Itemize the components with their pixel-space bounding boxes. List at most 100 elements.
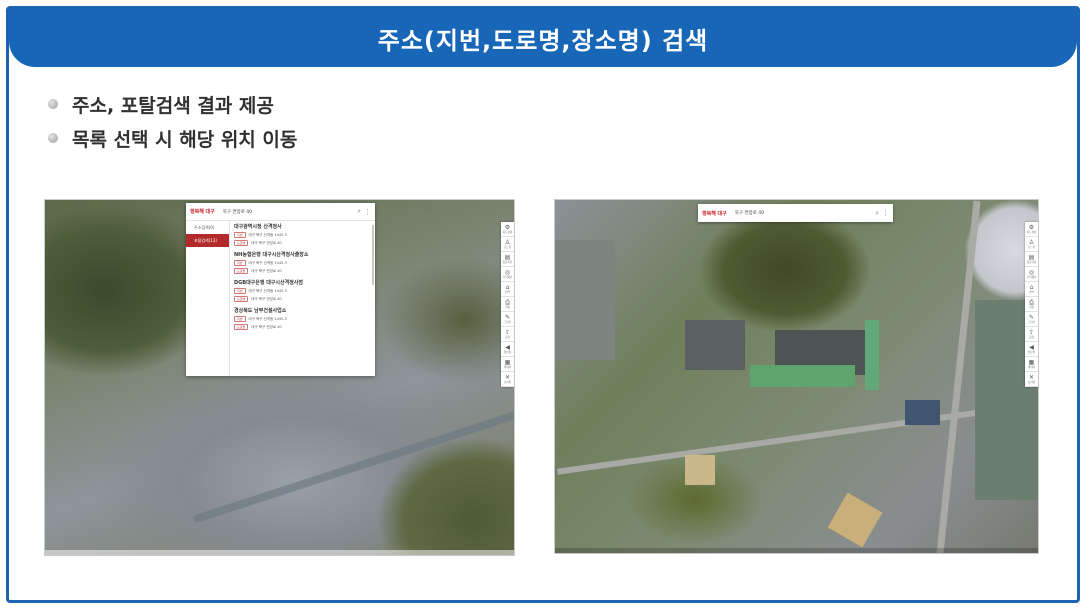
toolbar-label: 레이어: [503, 365, 512, 369]
result-name: NH농협은행 대구시산격청사출장소: [234, 252, 309, 258]
toolbar-label: 거리재기: [1026, 275, 1037, 279]
bullet-dot-icon: [48, 133, 58, 143]
toolbar-button[interactable]: ♙ 로드뷰: [501, 237, 514, 252]
slide-title: 주소(지번,도로명,장소명) 검색: [377, 26, 709, 55]
toolbar-button[interactable]: ✕ 초기화: [1025, 372, 1038, 387]
toolbar-label: 면적: [1029, 290, 1034, 294]
toolbar-label: 공유: [505, 335, 510, 339]
bullet-item: 주소, 포탈검색 결과 제공: [48, 88, 297, 120]
toolbar-button[interactable]: ⚙ 지도설정: [1025, 222, 1038, 237]
toolbar-button[interactable]: ✎ 그리기: [1025, 312, 1038, 327]
toolbar-button[interactable]: ⇪ 공유: [501, 327, 514, 342]
tab-portal-search[interactable]: 포털검색(13): [186, 234, 229, 247]
toolbar-button[interactable]: ◀ 정보창: [1025, 342, 1038, 357]
toolbar-button[interactable]: ⎙ 저장: [1025, 297, 1038, 312]
result-name: 경상북도 남부건설사업소: [234, 308, 287, 314]
result-jibun: 대구 북구 산격동 1445-3: [248, 260, 287, 265]
road-tag: 도로명: [234, 240, 249, 246]
building: [750, 365, 855, 387]
toolbar-label: 그리기: [503, 320, 512, 324]
toolbar-button[interactable]: ⇪ 공유: [1025, 327, 1038, 342]
toolbar-button[interactable]: ◀ 정보창: [501, 342, 514, 357]
search-results-list: 대구광역시청 산격청사 지번 대구 북구 산격동 1445-3 도로명 대구 북구 …: [230, 221, 375, 376]
toolbar-label: 저장: [1029, 305, 1034, 309]
toolbar-label: 정보창: [1027, 350, 1036, 354]
toolbar-button[interactable]: ◎ 거리재기: [501, 267, 514, 282]
result-road: 대구 북구 연암로 40: [251, 268, 282, 273]
list-item[interactable]: 경상북도 남부건설사업소 지번 대구 북구 산격동 1445-3 도로명 대구 북구…: [234, 307, 371, 330]
map-footer: [45, 550, 514, 555]
toolbar-label: 항공사진: [502, 260, 513, 264]
search-tabs: 주소검색(0) 포털검색(13): [186, 221, 230, 376]
microphone-icon[interactable]: ⋮: [882, 209, 889, 217]
road-feature: [556, 401, 1038, 475]
toolbar-button[interactable]: ⌂ 면적: [501, 282, 514, 297]
toolbar-label: 지도설정: [1026, 230, 1037, 234]
toolbar-button[interactable]: ▤ 항공사진: [501, 252, 514, 267]
toolbar-label: 면적: [505, 290, 510, 294]
bullet-list: 주소, 포탈검색 결과 제공 목록 선택 시 해당 위치 이동: [48, 88, 297, 156]
toolbar-button[interactable]: ♙ 로드뷰: [1025, 237, 1038, 252]
microphone-icon[interactable]: ⋮: [364, 208, 371, 216]
result-jibun: 대구 북구 산격동 1445-3: [248, 232, 287, 237]
toolbar-button[interactable]: ◎ 거리재기: [1025, 267, 1038, 282]
map-footer: [555, 548, 1038, 553]
tab-address-search[interactable]: 주소검색(0): [186, 221, 229, 234]
result-road: 대구 북구 연암로 40: [251, 296, 282, 301]
search-icon[interactable]: ⌕: [357, 207, 361, 216]
toolbar-label: 초기화: [503, 380, 512, 384]
toolbar-button[interactable]: ✎ 그리기: [501, 312, 514, 327]
building: [685, 320, 745, 370]
road-tag: 도로명: [234, 268, 249, 274]
river-feature: [192, 404, 514, 524]
toolbar-button[interactable]: ⎙ 저장: [501, 297, 514, 312]
sports-field: [827, 492, 883, 548]
toolbar-button[interactable]: ⚙ 지도설정: [501, 222, 514, 237]
toolbar-label: 그리기: [1027, 320, 1036, 324]
jibun-tag: 지번: [234, 288, 246, 294]
city-logo: 행복해 대구: [190, 209, 215, 215]
bullet-dot-icon: [48, 99, 58, 109]
toolbar-button[interactable]: ▤ 항공사진: [1025, 252, 1038, 267]
jibun-tag: 지번: [234, 316, 246, 322]
search-bar: 행복해 대구 북구 연암로 40 ⌕ ⋮: [186, 203, 375, 221]
toolbar-label: 저장: [505, 305, 510, 309]
slide-title-bar: 주소(지번,도로명,장소명) 검색: [9, 9, 1077, 67]
building: [865, 320, 879, 390]
bullet-text: 목록 선택 시 해당 위치 이동: [72, 128, 298, 151]
road-feature: [936, 200, 981, 553]
city-logo: 행복해 대구: [702, 210, 727, 217]
result-road: 대구 북구 연암로 40: [251, 240, 282, 245]
search-icon[interactable]: ⌕: [875, 209, 879, 218]
sports-field: [685, 455, 715, 485]
toolbar-label: 정보창: [503, 350, 512, 354]
right-map-screenshot[interactable]: 행복해 대구 북구 연암로 40 ⌕ ⋮ ⚙ 지도설정 ♙ 로드뷰 ▤ 항공사진 ◎ 거…: [554, 199, 1039, 554]
result-road: 대구 북구 연암로 40: [251, 324, 282, 329]
list-item[interactable]: 대구광역시청 산격청사 지번 대구 북구 산격동 1445-3 도로명 대구 북구 …: [234, 223, 371, 246]
toolbar-button[interactable]: ▦ 레이어: [1025, 357, 1038, 372]
search-input[interactable]: 북구 연암로 40: [223, 209, 354, 215]
toolbar-button[interactable]: ▦ 레이어: [501, 357, 514, 372]
road-tag: 도로명: [234, 296, 249, 302]
results-scrollbar[interactable]: [372, 225, 374, 285]
list-item[interactable]: DGB대구은행 대구시산격청사점 지번 대구 북구 산격동 1445-3 도로명 대…: [234, 279, 371, 302]
left-map-screenshot[interactable]: 행복해 대구 북구 연암로 40 ⌕ ⋮ 주소검색(0) 포털검색(13) 대구…: [44, 199, 515, 556]
search-result-panel: 행복해 대구 북구 연암로 40 ⌕ ⋮ 주소검색(0) 포털검색(13) 대구…: [186, 203, 375, 376]
map-toolbar-right: ⚙ 지도설정 ♙ 로드뷰 ▤ 항공사진 ◎ 거리재기 ⌂ 면적 ⎙ 저장 ✎ 그리기 ⇪ 공유 …: [1025, 222, 1038, 387]
search-input[interactable]: 북구 연암로 40: [735, 210, 872, 216]
map-toolbar-left: ⚙ 지도설정 ♙ 로드뷰 ▤ 항공사진 ◎ 거리재기 ⌂ 면적 ⎙ 저장 ✎ 그리기 ⇪ 공유 …: [501, 222, 514, 387]
toolbar-button[interactable]: ✕ 초기화: [501, 372, 514, 387]
toolbar-label: 초기화: [1027, 380, 1036, 384]
jibun-tag: 지번: [234, 260, 246, 266]
result-name: DGB대구은행 대구시산격청사점: [234, 280, 304, 286]
jibun-tag: 지번: [234, 232, 246, 238]
toolbar-label: 로드뷰: [1027, 245, 1036, 249]
building: [905, 400, 940, 425]
result-jibun: 대구 북구 산격동 1445-3: [248, 288, 287, 293]
toolbar-label: 거리재기: [502, 275, 513, 279]
list-item[interactable]: NH농협은행 대구시산격청사출장소 지번 대구 북구 산격동 1445-3 도로명…: [234, 251, 371, 274]
toolbar-button[interactable]: ⌂ 면적: [1025, 282, 1038, 297]
road-tag: 도로명: [234, 324, 249, 330]
result-jibun: 대구 북구 산격동 1445-3: [248, 316, 287, 321]
bullet-text: 주소, 포탈검색 결과 제공: [72, 94, 274, 117]
